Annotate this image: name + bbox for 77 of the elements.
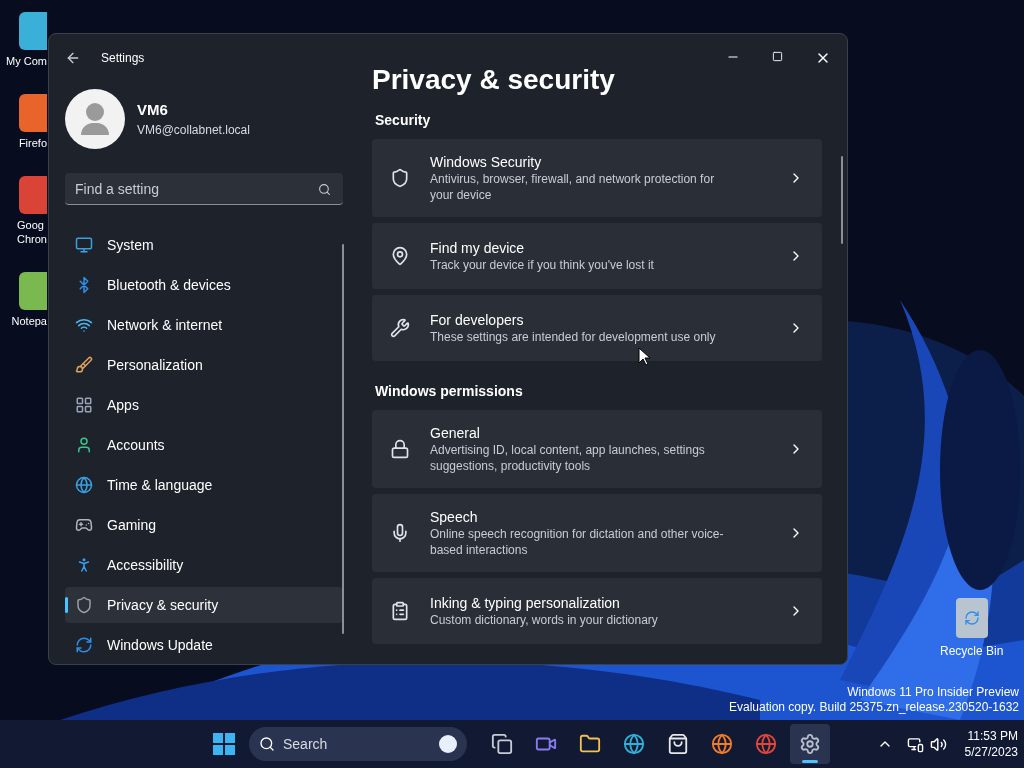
card-title: Windows Security	[430, 153, 543, 171]
user-icon	[75, 436, 93, 454]
page-title: Privacy & security	[372, 63, 616, 97]
nav-item[interactable]: Windows Update	[65, 627, 343, 663]
search-field[interactable]: Find a setting	[65, 173, 343, 205]
taskbar-search[interactable]: Search	[249, 727, 467, 761]
nav-item[interactable]: Personalization	[65, 347, 343, 383]
settings-card[interactable]: For developers These settings are intended for development use only	[372, 295, 822, 361]
gamepad-icon	[75, 516, 93, 534]
user-name: VM6	[137, 99, 169, 120]
user-email: VM6@collabnet.local	[137, 122, 250, 140]
folder-icon	[579, 733, 601, 755]
card-title: Find my device	[430, 239, 526, 257]
section-heading: Security	[375, 111, 432, 130]
globe-icon	[75, 476, 93, 494]
shield-icon	[75, 596, 93, 614]
tools-icon	[390, 318, 410, 338]
window-title: Settings	[101, 50, 145, 67]
maximize-icon[interactable]	[772, 51, 783, 62]
brush-icon	[75, 356, 93, 374]
grid-icon	[75, 396, 93, 414]
settings-card[interactable]: General Advertising ID, local content, app launches, settings suggestions, productivity tools	[372, 410, 822, 488]
card-title: General	[430, 424, 481, 442]
browser-icon	[623, 733, 645, 755]
card-description: Advertising ID, local content, app launches, settings suggestions, productivity tools	[430, 442, 706, 474]
settings-card[interactable]: Speech Online speech recognition for dictation and other voice-based interactions	[372, 494, 822, 572]
desktop-icon-label: My Com	[6, 54, 47, 68]
os-notice-text: Evaluation copy. Build 25375.zn_release.230520-1632	[729, 700, 1019, 715]
volume-icon[interactable]	[929, 735, 947, 753]
card-title: Speech	[430, 508, 479, 526]
section-heading: Windows permissions	[375, 382, 524, 401]
clock[interactable]: 11:53 PM 5/27/2023	[964, 728, 1018, 760]
settings-card[interactable]: Find my device Track your device if you think you've lost it	[372, 223, 822, 289]
start-icon[interactable]	[213, 733, 235, 755]
nav-item[interactable]: Gaming	[65, 507, 343, 543]
os-notice-text: Windows 11 Pro Insider Preview	[847, 685, 1019, 700]
microphone-icon	[390, 523, 410, 543]
search-icon	[259, 736, 275, 752]
nav-item[interactable]: Bluetooth & devices	[65, 267, 343, 303]
update-icon	[75, 636, 93, 654]
nav-item[interactable]: Apps	[65, 387, 343, 423]
desktop-icon-label: Recycle Bin	[940, 643, 1004, 660]
nav-item[interactable]: Accessibility	[65, 547, 343, 583]
desktop-icon-label: Goog Chron	[17, 218, 47, 246]
clipboard-icon	[390, 601, 410, 621]
card-description: Antivirus, browser, firewall, and network protection for your device	[430, 171, 716, 203]
nav-item[interactable]: Accounts	[65, 427, 343, 463]
card-title: For developers	[430, 311, 525, 329]
active-indicator	[802, 760, 818, 763]
store-icon	[667, 733, 689, 755]
desktop-icon-label: Firefo	[18, 136, 47, 150]
shield-icon	[390, 168, 410, 188]
nav-item[interactable]: Time & language	[65, 467, 343, 503]
card-description: Track your device if you think you've lost it	[430, 257, 655, 273]
card-description: These settings are intended for development use only	[430, 329, 717, 345]
task-view-icon	[491, 733, 513, 755]
settings-icon	[799, 733, 821, 755]
card-description: Online speech recognition for dictation and other voice-based interactions	[430, 526, 725, 558]
lock-icon	[390, 439, 410, 459]
search-icon	[318, 183, 331, 196]
card-title: Inking & typing personalization	[430, 594, 621, 612]
location-icon	[390, 246, 410, 266]
monitor-icon	[75, 236, 93, 254]
cursor-icon	[638, 347, 650, 366]
desktop-icon-label: Notepa	[11, 314, 47, 328]
settings-card[interactable]: Inking & typing personalization Custom dictionary, words in your dictionary	[372, 578, 822, 644]
nav-item[interactable]: Network & internet	[65, 307, 343, 343]
taskbar-app[interactable]	[790, 724, 830, 764]
settings-card[interactable]: Windows Security Antivirus, browser, firewall, and network protection for your device	[372, 139, 822, 217]
selection-indicator	[65, 597, 68, 613]
nav-item[interactable]: Privacy & security	[65, 587, 343, 623]
card-description: Custom dictionary, words in your dictionary	[430, 612, 659, 628]
back-icon[interactable]	[65, 50, 81, 66]
network-icon[interactable]	[906, 735, 924, 753]
wifi-icon	[75, 316, 93, 334]
avatar	[65, 89, 125, 149]
nav-item[interactable]: System	[65, 227, 343, 263]
